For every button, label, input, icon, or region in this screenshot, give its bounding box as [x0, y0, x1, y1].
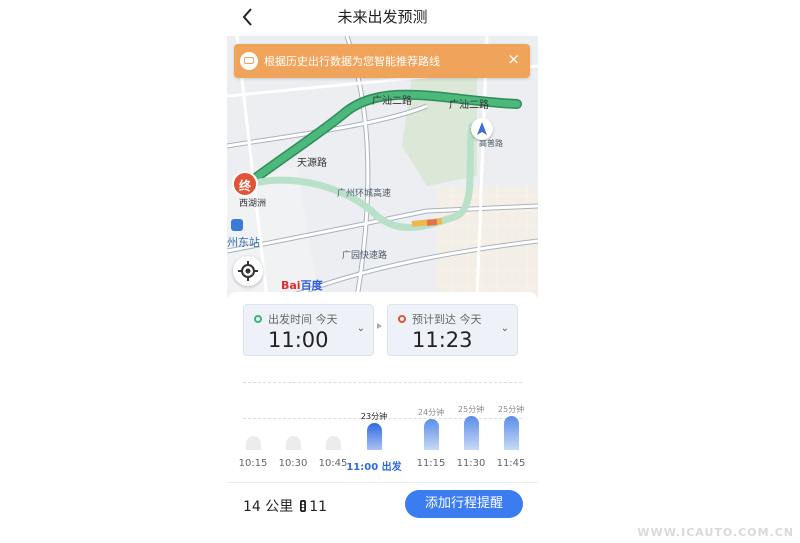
road-label: 西湖洲 — [239, 198, 266, 209]
time-tick-label[interactable]: 11:00 出发 — [344, 458, 404, 473]
arrow-right-icon — [377, 323, 382, 329]
arrival-time-selector[interactable]: 预计到达 今天 11:23 ⌄ — [387, 304, 518, 356]
road-label: 广汕二路 — [372, 94, 412, 107]
road-label: 广汕二路 — [449, 98, 489, 111]
header: 未来出发预测 — [227, 0, 538, 36]
page-title: 未来出发预测 — [337, 8, 428, 26]
crosshair-icon — [238, 261, 258, 281]
arrival-time: 11:23 — [412, 328, 473, 352]
chart-bar[interactable] — [285, 436, 301, 450]
chart-bar[interactable] — [503, 416, 519, 450]
phone-screen: 未来出发预测 广汕二路 广汕二路 天源路 广州环城高速 广园快速路 高普路 西湖… — [227, 0, 538, 543]
chevron-down-icon: ⌄ — [500, 323, 509, 334]
duration-label: 23分钟 — [360, 412, 388, 421]
departure-label: 出发时间 今天 — [268, 313, 338, 326]
chevron-down-icon: ⌄ — [356, 323, 365, 334]
departure-time-selector[interactable]: 出发时间 今天 11:00 ⌄ — [243, 304, 374, 356]
navigation-arrow-icon — [471, 118, 493, 140]
chart-bar[interactable] — [423, 419, 439, 450]
banner-text: 根据历史出行数据为您智能推荐路线 — [264, 55, 440, 68]
metro-station-icon — [231, 219, 243, 231]
station-label: 州东站 — [227, 236, 260, 249]
duration-label: 24分钟 — [417, 408, 445, 417]
route-info-icon — [240, 52, 258, 70]
chart-bar[interactable] — [245, 436, 261, 450]
divider — [227, 482, 538, 483]
recommendation-banner: 根据历史出行数据为您智能推荐路线 × — [234, 44, 530, 78]
add-trip-reminder-button[interactable]: 添加行程提醒 — [405, 490, 523, 518]
traffic-light-icon — [300, 500, 307, 512]
close-icon[interactable]: × — [507, 50, 520, 68]
chart-bar[interactable] — [463, 416, 479, 450]
traffic-light-count: 11 — [309, 499, 328, 515]
road-label: 广园快速路 — [342, 249, 387, 261]
distance: 14 公里 — [243, 499, 294, 515]
locate-button[interactable] — [233, 256, 263, 286]
watermark: WWW.ICAUTO.COM.CN — [637, 526, 794, 539]
baidu-logo: Bai百度 — [281, 279, 323, 292]
arrival-label: 预计到达 今天 — [412, 313, 482, 326]
departure-time: 11:00 — [268, 328, 329, 352]
end-marker[interactable]: 终 — [232, 171, 258, 197]
chart-bar[interactable] — [325, 436, 341, 450]
chart-bar[interactable] — [366, 423, 382, 450]
route-summary: 14 公里 11 — [243, 496, 327, 516]
duration-label: 25分钟 — [457, 405, 485, 414]
departure-panel: 出发时间 今天 11:00 ⌄ 预计到达 今天 11:23 ⌄ 10:15 10:… — [227, 292, 538, 543]
road-label: 天源路 — [297, 156, 327, 169]
chart-gridline — [243, 382, 522, 383]
time-tick-label[interactable]: 11:45 — [488, 458, 534, 469]
road-label: 广州环城高速 — [337, 187, 391, 199]
duration-label: 25分钟 — [497, 405, 525, 414]
departure-dot-icon — [254, 315, 262, 323]
arrival-dot-icon — [398, 315, 406, 323]
